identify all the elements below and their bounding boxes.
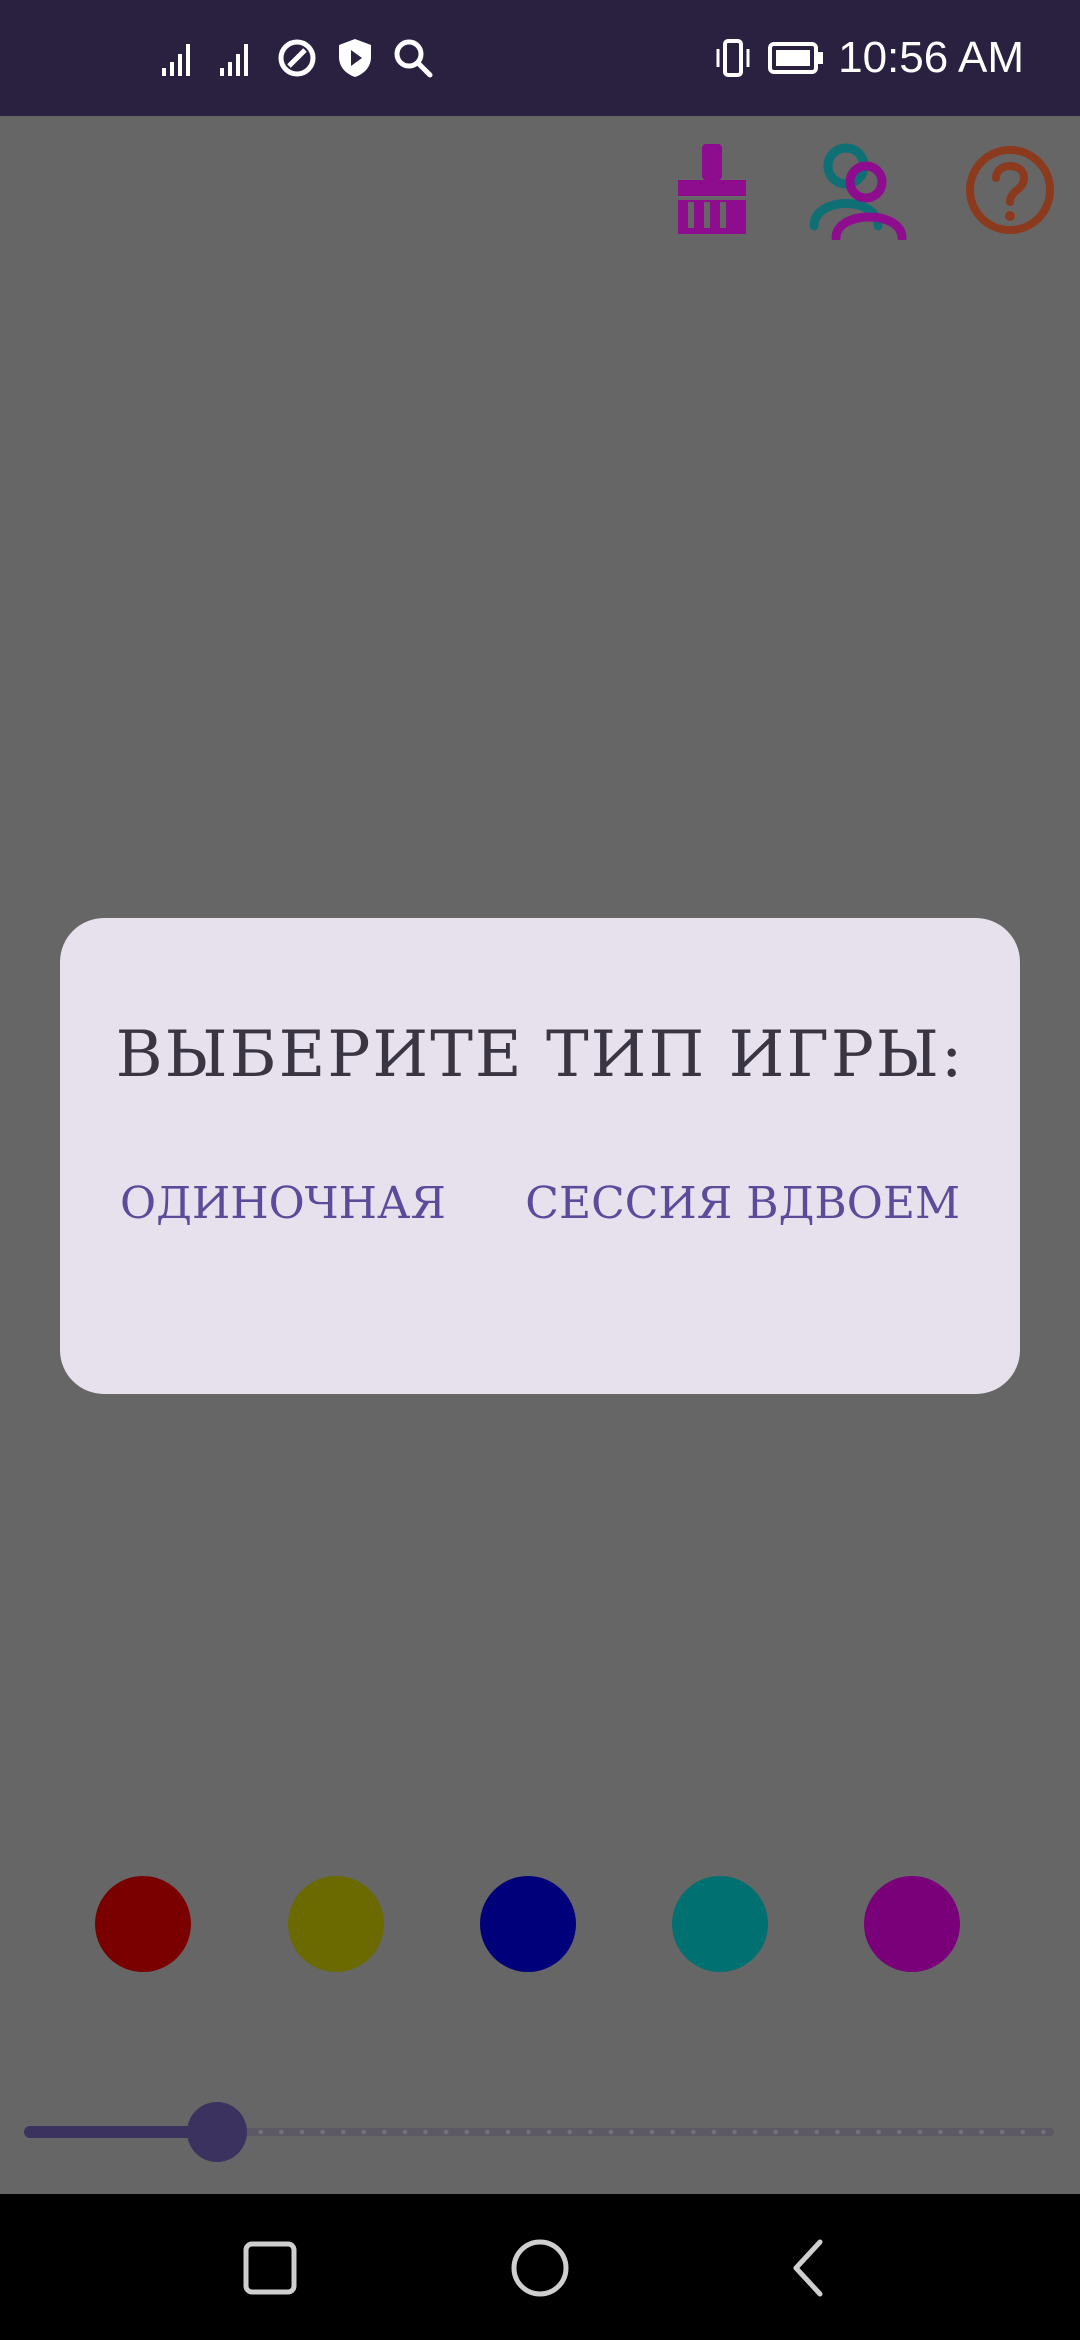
help-icon[interactable]: [960, 140, 1060, 240]
brush-icon[interactable]: [662, 140, 762, 240]
two-player-session-button[interactable]: СЕССИЯ ВДВОЕМ: [525, 1178, 960, 1229]
shield-play-icon: [339, 39, 371, 77]
single-player-button[interactable]: ОДИНОЧНАЯ: [120, 1178, 446, 1229]
two-players-icon[interactable]: [808, 140, 908, 240]
color-palette: [0, 1876, 1080, 1972]
color-swatch-olive[interactable]: [288, 1876, 384, 1972]
status-left: [160, 30, 434, 86]
navigation-bar: [0, 2194, 1080, 2340]
battery-icon: [768, 42, 824, 74]
color-swatch-teal[interactable]: [672, 1876, 768, 1972]
status-bar: 10:56 AM: [0, 0, 1080, 116]
data-saver-icon: [278, 39, 316, 77]
search-icon: [394, 39, 433, 78]
game-type-dialog: ВЫБЕРИТЕ ТИП ИГРЫ: ОДИНОЧНАЯ СЕССИЯ ВДВО…: [60, 918, 1020, 1394]
status-time: 10:56 AM: [838, 33, 1024, 82]
color-swatch-purple[interactable]: [864, 1876, 960, 1972]
recent-apps-icon[interactable]: [232, 2230, 308, 2306]
color-swatch-blue[interactable]: [480, 1876, 576, 1972]
dialog-title: ВЫБЕРИТЕ ТИП ИГРЫ:: [115, 1018, 965, 1092]
color-swatch-red[interactable]: [95, 1876, 191, 1972]
vibrate-icon: [716, 39, 750, 77]
brush-size-slider-thumb[interactable]: [186, 2102, 247, 2162]
back-icon[interactable]: [772, 2230, 848, 2306]
signal-icon: [220, 44, 248, 76]
status-right: 10:56 AM: [712, 30, 1024, 86]
signal-icon: [162, 44, 190, 76]
home-icon[interactable]: [502, 2230, 578, 2306]
